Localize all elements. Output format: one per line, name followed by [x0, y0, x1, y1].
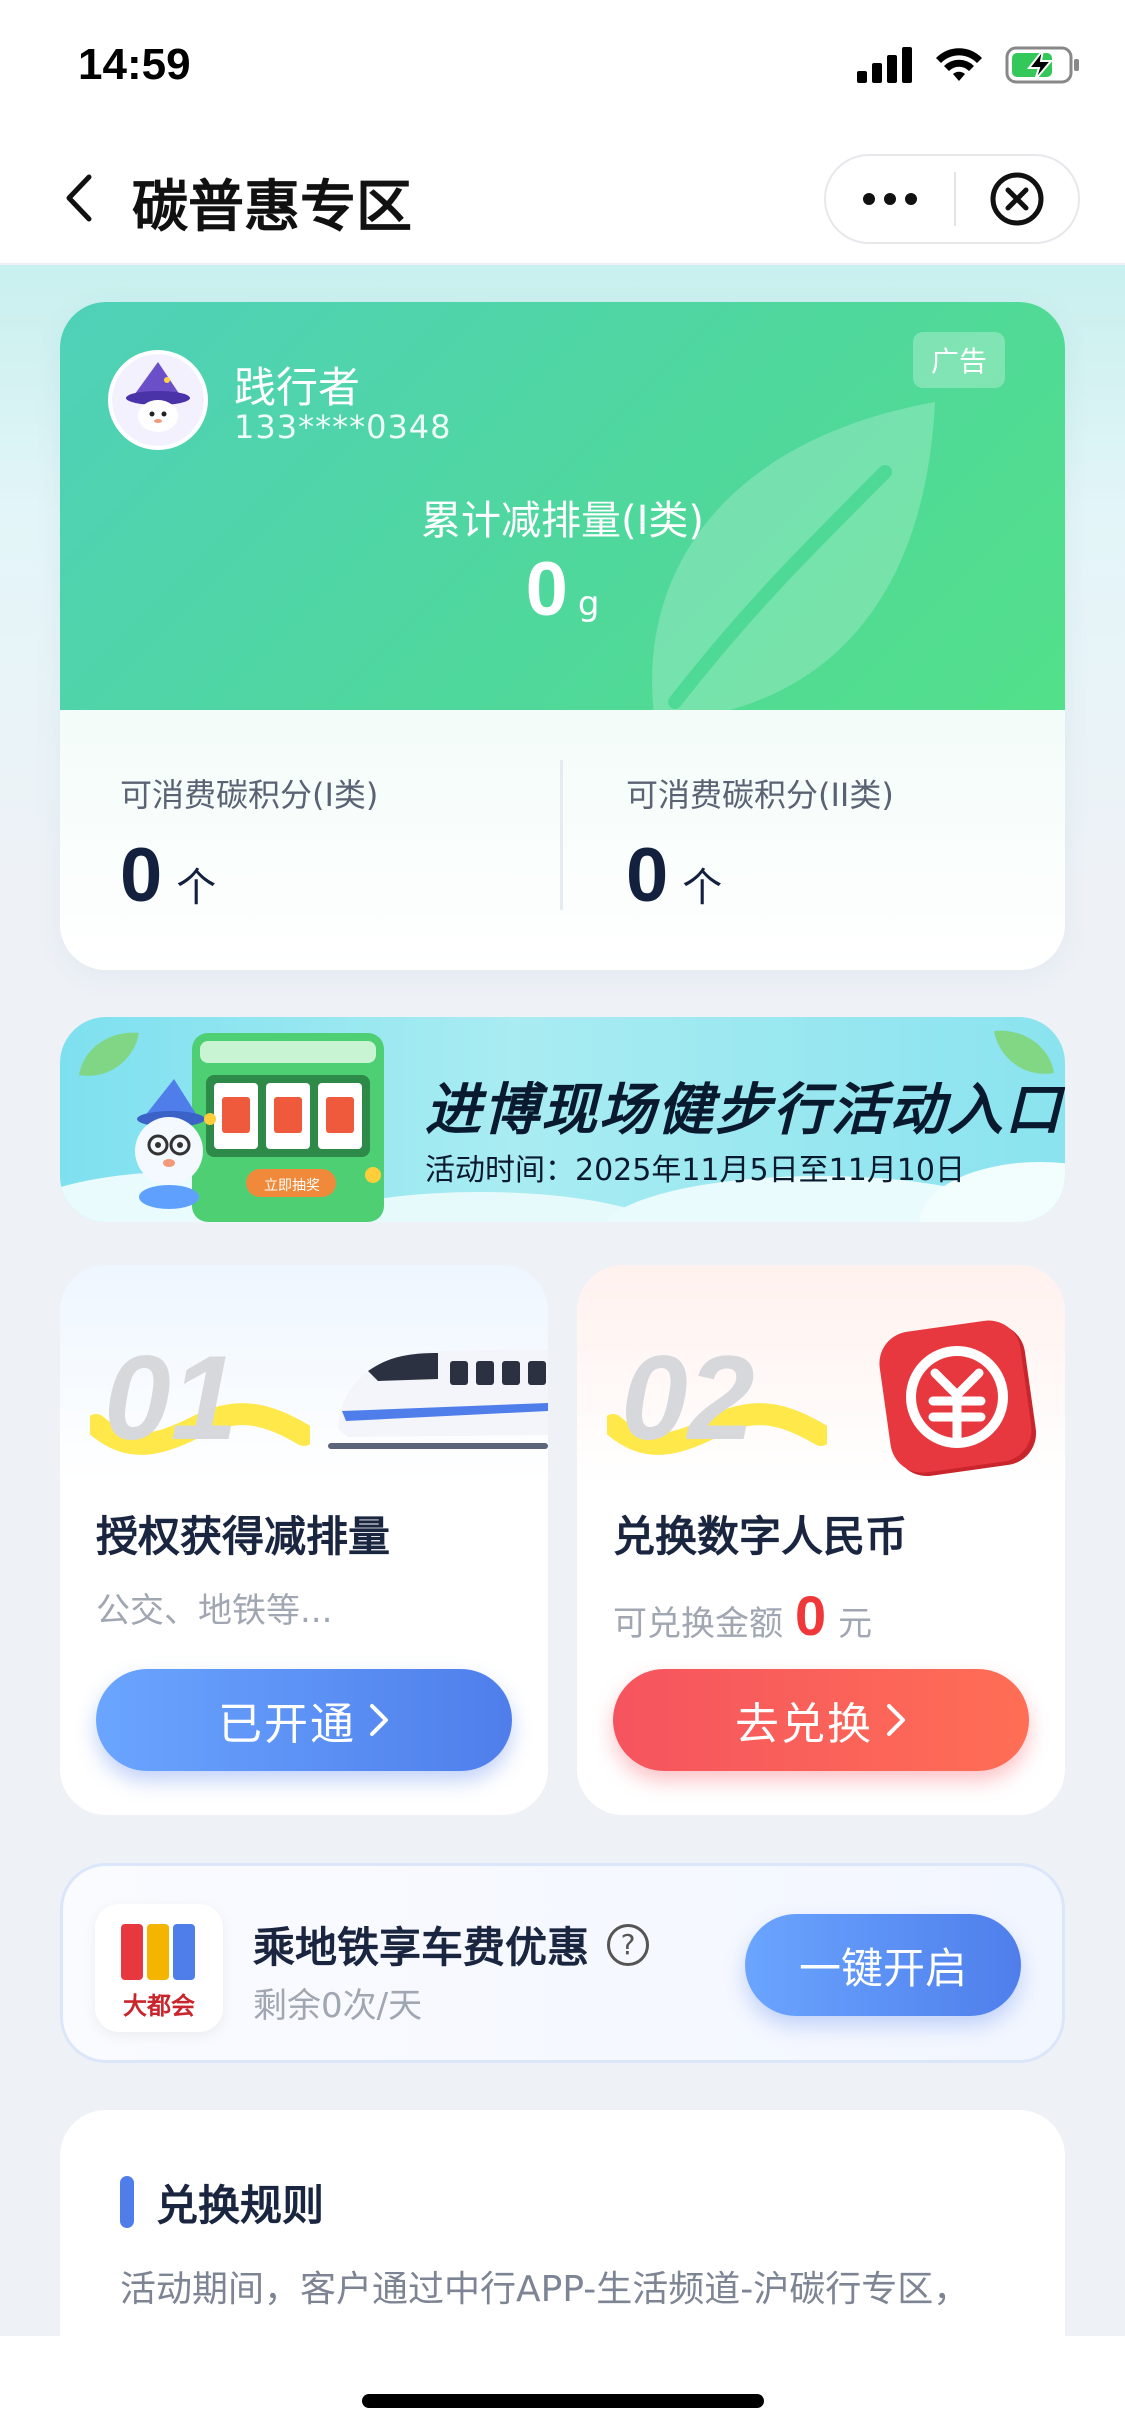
- emission-label: 累计减排量(I类): [420, 498, 704, 544]
- feature-title: 兑换数字人民币: [613, 1512, 908, 1561]
- activated-button[interactable]: 已开通: [96, 1669, 512, 1771]
- leaf-decoration-icon: [79, 1032, 139, 1076]
- bottom-safe-area: [0, 2336, 1125, 2436]
- points-label: 可消费碳积分(II类): [626, 776, 894, 814]
- page-content: 践行者 133****0348 广告 累计减排量(I类) 0g 可消费碳积分(I…: [0, 265, 1125, 2336]
- metro-app-logo: 大都会: [95, 1904, 223, 2032]
- close-circle-icon: [990, 172, 1044, 226]
- exchange-button[interactable]: 去兑换: [613, 1669, 1029, 1771]
- enable-button[interactable]: 一键开启: [745, 1914, 1021, 2016]
- more-button[interactable]: [826, 156, 954, 242]
- back-button[interactable]: [48, 168, 108, 228]
- points-type1[interactable]: 可消费碳积分(I类) 0 个: [120, 770, 378, 919]
- rules-card: 兑换规则 活动期间，客户通过中行APP-生活频道-沪碳行专区，: [60, 2110, 1065, 2336]
- exchange-amount-label: 可兑换金额: [613, 1604, 783, 1644]
- feature-number: 01: [104, 1331, 238, 1465]
- exchange-amount-value: 0: [795, 1584, 827, 1647]
- exchange-amount-unit: 元: [838, 1604, 873, 1644]
- feature-number: 02: [621, 1331, 755, 1465]
- points-panel: 可消费碳积分(I类) 0 个 可消费碳积分(II类) 0 个: [60, 710, 1065, 970]
- more-dot-icon: [905, 193, 917, 205]
- wifi-icon: [936, 48, 982, 81]
- home-indicator[interactable]: [362, 2394, 764, 2408]
- points-unit: 个: [176, 865, 217, 911]
- points-type2[interactable]: 可消费碳积分(II类) 0 个: [626, 770, 894, 919]
- more-dot-icon: [884, 193, 896, 205]
- avatar[interactable]: [108, 350, 208, 450]
- battery-charging-icon: [1005, 46, 1079, 84]
- banner-subtitle: 活动时间：2025年11月5日至11月10日: [425, 1153, 965, 1188]
- signal-icon: [857, 47, 912, 83]
- miniapp-capsule: [824, 154, 1080, 244]
- more-dot-icon: [863, 193, 875, 205]
- metro-logo-text: 大都会: [123, 1992, 195, 2020]
- feature-desc-text: 公交、地铁等...: [96, 1591, 333, 1631]
- status-icons: [857, 46, 1081, 84]
- banner-title: 进博现场健步行活动入口: [425, 1078, 1063, 1143]
- feature-desc: 可兑换金额 0 元: [613, 1583, 872, 1648]
- user-name: 践行者: [234, 363, 361, 412]
- metro-discount-card: 大都会 乘地铁享车费优惠 ? 剩余0次/天 一键开启: [60, 1863, 1065, 2063]
- emission-panel: 践行者 133****0348 广告 累计减排量(I类) 0g: [60, 302, 1065, 710]
- feature-card-exchange: 02 兑换数字人民币 可兑换金额 0 元 去兑换: [577, 1265, 1065, 1815]
- points-value-row: 0 个: [120, 832, 378, 919]
- chevron-right-icon: [370, 1704, 388, 1736]
- status-time: 14:59: [78, 40, 191, 89]
- chevron-right-icon: [887, 1704, 905, 1736]
- feature-card-authorize: 01 授权获得减排量 公交、地铁等... 已开通: [60, 1265, 548, 1815]
- button-label: 去兑换: [735, 1699, 873, 1750]
- digital-yuan-icon: [879, 1320, 1037, 1477]
- user-card: 践行者 133****0348 广告 累计减排量(I类) 0g 可消费碳积分(I…: [60, 302, 1065, 970]
- button-label: 已开通: [218, 1699, 356, 1750]
- metro-title-text: 乘地铁享车费优惠: [253, 1923, 590, 1972]
- lottery-button[interactable]: 立即抽奖: [257, 1175, 327, 1195]
- points-unit: 个: [682, 865, 723, 911]
- mascot-icon: [135, 1079, 216, 1209]
- user-phone: 133****0348: [234, 408, 452, 446]
- points-label: 可消费碳积分(I类): [120, 776, 379, 814]
- chevron-left-icon: [66, 174, 92, 222]
- metro-remaining: 剩余0次/天: [253, 1986, 423, 2026]
- points-divider: [560, 760, 563, 910]
- event-banner[interactable]: 立即抽奖 进博现场健步行活动入口 活动时间：2025年11月5日至11月10日: [60, 1017, 1065, 1222]
- close-button[interactable]: [956, 156, 1078, 242]
- points-value-row: 0 个: [626, 832, 894, 919]
- ad-badge: 广告: [912, 332, 1005, 388]
- rules-text: 活动期间，客户通过中行APP-生活频道-沪碳行专区，: [120, 2269, 970, 2310]
- train-icon: [328, 1349, 548, 1449]
- rules-accent-bar: [120, 2176, 134, 2228]
- points-value: 0: [626, 833, 669, 918]
- rules-title: 兑换规则: [156, 2181, 325, 2230]
- emission-value-row: 0g: [60, 546, 1065, 633]
- page-title: 碳普惠专区: [132, 175, 412, 240]
- help-icon[interactable]: ?: [607, 1923, 650, 1966]
- feature-desc: 公交、地铁等...: [96, 1583, 332, 1632]
- wizard-avatar-icon: [112, 354, 204, 446]
- nav-bar: 碳普惠专区: [0, 132, 1125, 264]
- metro-title: 乘地铁享车费优惠 ?: [253, 1914, 650, 1975]
- points-value: 0: [120, 833, 163, 918]
- emission-unit: g: [577, 584, 600, 624]
- emission-value: 0: [525, 547, 568, 632]
- feature-title: 授权获得减排量: [96, 1512, 391, 1561]
- status-bar: 14:59: [0, 0, 1125, 132]
